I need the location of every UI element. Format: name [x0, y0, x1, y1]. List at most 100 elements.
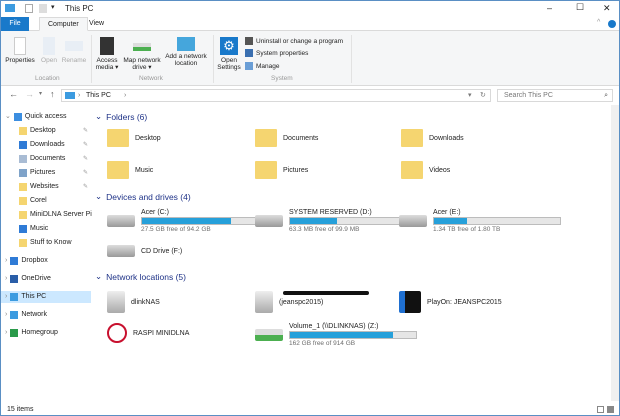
folder-documents[interactable]: Documents: [255, 129, 318, 147]
breadcrumb-this-pc[interactable]: This PC: [86, 90, 111, 101]
drive-system-reserved-d[interactable]: SYSTEM RESERVED (D:) 63.3 MB free of 99.9…: [255, 209, 417, 233]
drive-cd-drive-f[interactable]: CD Drive (F:): [107, 245, 182, 257]
nav-item-music[interactable]: Music: [19, 223, 48, 235]
collapsed-chevron-icon[interactable]: ›: [5, 327, 7, 339]
drive-acer-c[interactable]: Acer (C:) 27.5 GB free of 94.2 GB: [107, 209, 269, 233]
expanded-chevron-icon[interactable]: ⌄: [5, 111, 11, 123]
computer-icon: [10, 293, 19, 301]
add-network-location-button[interactable]: Add a network location: [163, 37, 209, 67]
folders-header[interactable]: ⌄ Folders (6): [95, 111, 605, 122]
nav-item-quick-access[interactable]: ⌄ Quick access: [5, 111, 67, 123]
help-icon[interactable]: [608, 20, 616, 28]
nav-item-pictures[interactable]: Pictures: [19, 167, 55, 179]
open-settings-button[interactable]: ⚙ Open Settings: [215, 37, 243, 71]
map-network-drive-button[interactable]: Map network drive ▾: [121, 37, 163, 71]
nav-item-downloads[interactable]: Downloads: [19, 139, 65, 151]
hard-drive-icon: [399, 215, 427, 227]
system-properties-button[interactable]: System properties: [245, 49, 308, 57]
large-icons-view-button[interactable]: [607, 406, 614, 413]
nav-item-homegroup[interactable]: › Homegroup: [5, 327, 58, 339]
pin-icon[interactable]: ✎: [83, 155, 88, 162]
network-header[interactable]: ⌄ Network locations (5): [95, 271, 186, 282]
group-system-label: System: [271, 75, 293, 82]
network-location-icon: [177, 37, 195, 51]
computer-icon: [65, 92, 75, 99]
search-input[interactable]: Search This PC ⌕: [497, 89, 613, 102]
address-bar[interactable]: › This PC › ▾ ↻: [61, 89, 491, 102]
folder-desktop[interactable]: Desktop: [107, 129, 161, 147]
group-network-label: Network: [139, 75, 163, 82]
nav-item-dropbox[interactable]: › Dropbox: [5, 255, 48, 267]
content-pane: ⌄ Folders (6) Desktop Documents Downloads Mu…: [93, 105, 613, 401]
nav-item-minidlna-server-pi[interactable]: MiniDLNA Server Pi: [19, 209, 92, 221]
download-icon: [19, 141, 27, 149]
drive-usage-bar: [289, 331, 417, 339]
tab-view[interactable]: View: [81, 17, 112, 31]
nav-item-corel[interactable]: Corel: [19, 195, 47, 207]
nav-item-this-pc[interactable]: › This PC: [1, 291, 91, 303]
nav-item-network[interactable]: › Network: [5, 309, 47, 321]
access-media-button[interactable]: Access media ▾: [93, 37, 121, 71]
collapsed-chevron-icon[interactable]: ›: [5, 273, 7, 285]
uninstall-icon: [245, 37, 253, 45]
properties-quick-icon[interactable]: [25, 4, 33, 13]
folder-pictures[interactable]: Pictures: [255, 161, 308, 179]
pin-icon[interactable]: ✎: [83, 127, 88, 134]
maximize-button[interactable]: ☐: [576, 2, 584, 13]
drives-header[interactable]: ⌄ Devices and drives (4): [95, 191, 191, 202]
folder-icon: [255, 129, 277, 147]
drive-volume-1-dlinknas-z[interactable]: Volume_1 (\\DLINKNAS) (Z:) 162 GB free of…: [255, 323, 417, 347]
up-button[interactable]: ↑: [50, 89, 55, 99]
pin-icon[interactable]: ✎: [83, 169, 88, 176]
address-dropdown-icon[interactable]: ▾: [468, 90, 472, 101]
forward-button[interactable]: →: [25, 89, 34, 99]
folder-downloads[interactable]: Downloads: [401, 129, 464, 147]
refresh-icon[interactable]: ↻: [480, 90, 486, 101]
properties-button[interactable]: Properties: [5, 37, 35, 64]
drive-acer-e[interactable]: Acer (E:) 1.34 TB free of 1.80 TB: [399, 209, 561, 233]
folder-icon: [401, 129, 423, 147]
collapse-ribbon-icon[interactable]: ^: [597, 19, 600, 26]
homegroup-icon: [10, 329, 19, 337]
nav-item-desktop[interactable]: Desktop: [19, 125, 56, 137]
hard-drive-icon: [255, 215, 283, 227]
document-icon: [19, 155, 27, 163]
drive-playon-jeanspc2015[interactable]: PlayOn: JEANSPC2015: [399, 291, 502, 313]
vertical-scrollbar[interactable]: [611, 105, 619, 401]
nav-item-onedrive[interactable]: › OneDrive: [5, 273, 51, 285]
collapsed-chevron-icon[interactable]: ›: [5, 309, 7, 321]
drive-dlinknas[interactable]: dlinkNAS: [107, 291, 160, 313]
folder-icon: [107, 161, 129, 179]
collapsed-chevron-icon[interactable]: ›: [5, 255, 7, 267]
rename-button[interactable]: Rename: [61, 37, 87, 64]
uninstall-program-button[interactable]: Uninstall or change a program: [245, 37, 343, 45]
title-bar: ▾ This PC – ☐ ✕: [1, 1, 619, 17]
folder-icon: [401, 161, 423, 179]
folder-videos[interactable]: Videos: [401, 161, 450, 179]
collapsed-chevron-icon[interactable]: ›: [5, 291, 7, 303]
tab-file[interactable]: File: [1, 17, 29, 31]
close-button[interactable]: ✕: [603, 3, 611, 14]
pin-icon[interactable]: ✎: [83, 183, 88, 190]
navigation-pane: ⌄ Quick access Desktop ✎ Downloads ✎ Documents…: [1, 107, 92, 401]
system-properties-icon: [245, 49, 253, 57]
nas-icon: [255, 291, 273, 313]
drive-raspi-minidlna[interactable]: RASPI MINIDLNA: [107, 323, 189, 343]
music-icon: [19, 225, 27, 233]
minimize-button[interactable]: –: [547, 3, 552, 13]
computer-icon: [5, 4, 15, 12]
nav-item-stuff-to-know[interactable]: Stuff to Know: [19, 237, 72, 249]
nav-item-websites[interactable]: Websites: [19, 181, 59, 193]
customize-quick-access-icon[interactable]: ▾: [51, 3, 55, 11]
details-view-button[interactable]: [597, 406, 604, 413]
manage-button[interactable]: Manage: [245, 62, 280, 70]
open-button[interactable]: Open: [39, 37, 59, 64]
pin-icon[interactable]: ✎: [83, 141, 88, 148]
folder-music[interactable]: Music: [107, 161, 153, 179]
recent-locations-button[interactable]: ▾: [39, 90, 42, 97]
new-folder-quick-icon[interactable]: [39, 4, 47, 13]
ribbon-tabs: File Computer View ^: [1, 17, 619, 31]
back-button[interactable]: ←: [9, 89, 18, 99]
nav-item-documents[interactable]: Documents: [19, 153, 65, 165]
windows-drive-icon: [107, 215, 135, 227]
